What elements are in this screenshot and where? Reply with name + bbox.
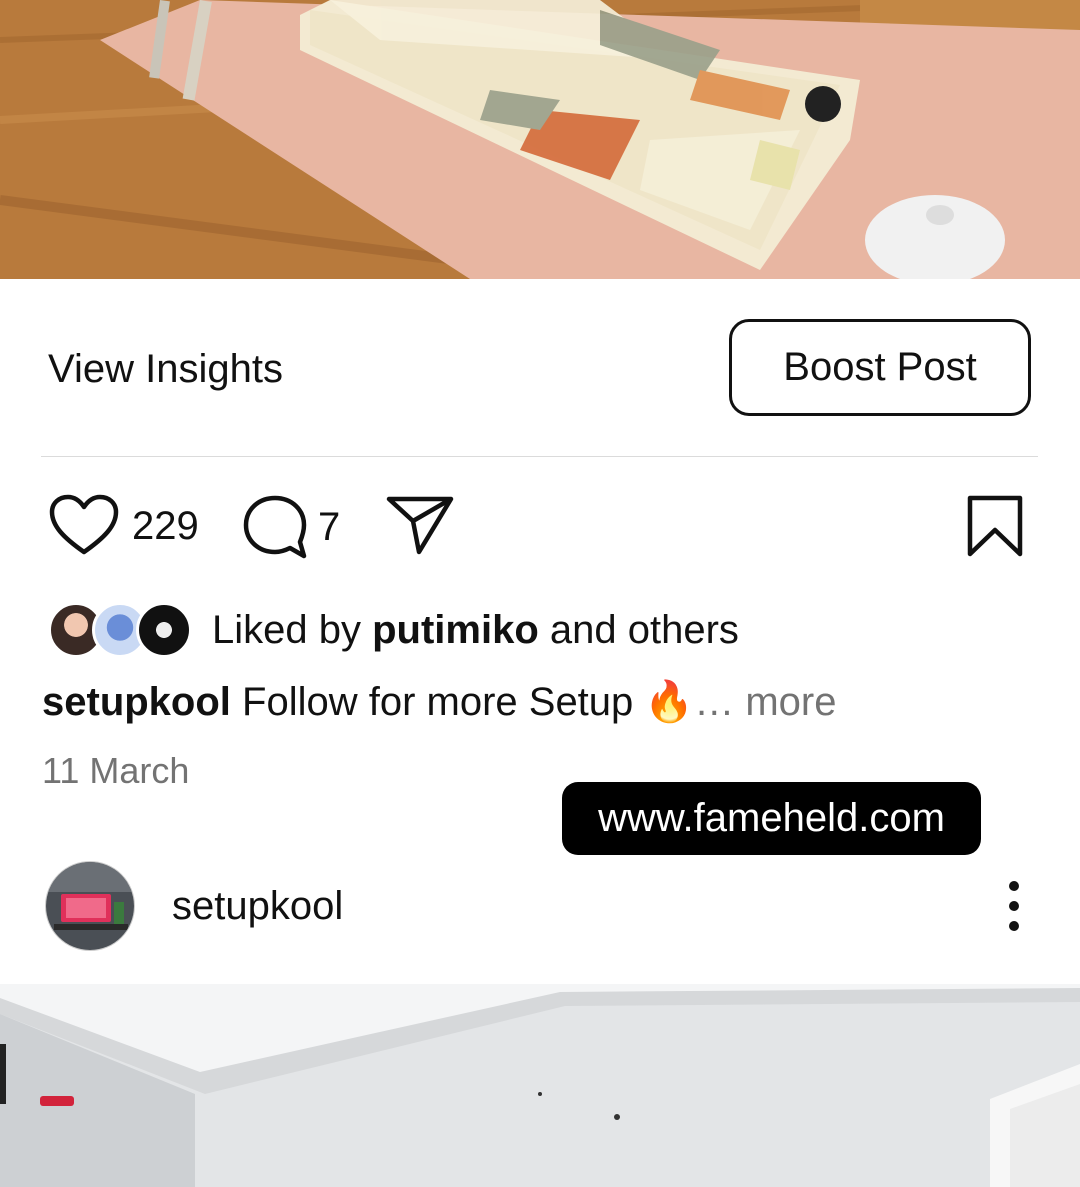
room-photo-illustration (0, 984, 1080, 1187)
post-actions-row: 229 7 (0, 470, 1080, 580)
save-button[interactable] (966, 494, 1024, 558)
liker-avatars (48, 602, 192, 658)
heart-icon (48, 494, 120, 558)
more-options-button[interactable] (990, 878, 1038, 934)
caption-username[interactable]: setupkool (42, 680, 231, 724)
post-image-keyboard[interactable] (0, 0, 1080, 279)
like-button[interactable]: 229 (48, 494, 199, 558)
likes-count[interactable]: 229 (132, 504, 199, 549)
post-caption: setupkool Follow for more Setup 🔥… more (42, 678, 836, 725)
keyboard-photo-illustration (0, 0, 1080, 279)
comment-button[interactable]: 7 (240, 492, 340, 562)
watermark-badge: www.fameheld.com (562, 782, 981, 855)
insights-row: View Insights Boost Post (0, 279, 1080, 457)
comment-bubble-icon (240, 492, 310, 562)
avatar (136, 602, 192, 658)
liked-by-text[interactable]: Liked by putimiko and others (212, 608, 739, 653)
liked-by-row[interactable]: Liked by putimiko and others (0, 598, 1080, 662)
share-button[interactable] (385, 494, 455, 556)
bookmark-icon (966, 494, 1024, 558)
post-image-room[interactable] (0, 984, 1080, 1187)
view-insights-link[interactable]: View Insights (48, 347, 283, 392)
comments-count[interactable]: 7 (318, 505, 340, 550)
divider (41, 456, 1038, 457)
liked-by-username[interactable]: putimiko (372, 608, 539, 652)
fire-emoji: 🔥 (644, 679, 695, 725)
next-post-username[interactable]: setupkool (172, 884, 343, 929)
boost-post-button[interactable]: Boost Post (729, 319, 1031, 416)
next-post-header: setupkool (0, 858, 1080, 984)
profile-avatar[interactable] (45, 861, 135, 951)
more-vertical-icon (990, 881, 1038, 938)
post-date: 11 March (42, 750, 190, 791)
caption-more-link[interactable]: … more (694, 680, 836, 724)
liked-by-suffix: and others (538, 608, 739, 652)
paper-plane-icon (385, 494, 455, 556)
liked-by-prefix: Liked by (212, 608, 373, 652)
caption-text: Follow for more Setup (230, 680, 645, 724)
